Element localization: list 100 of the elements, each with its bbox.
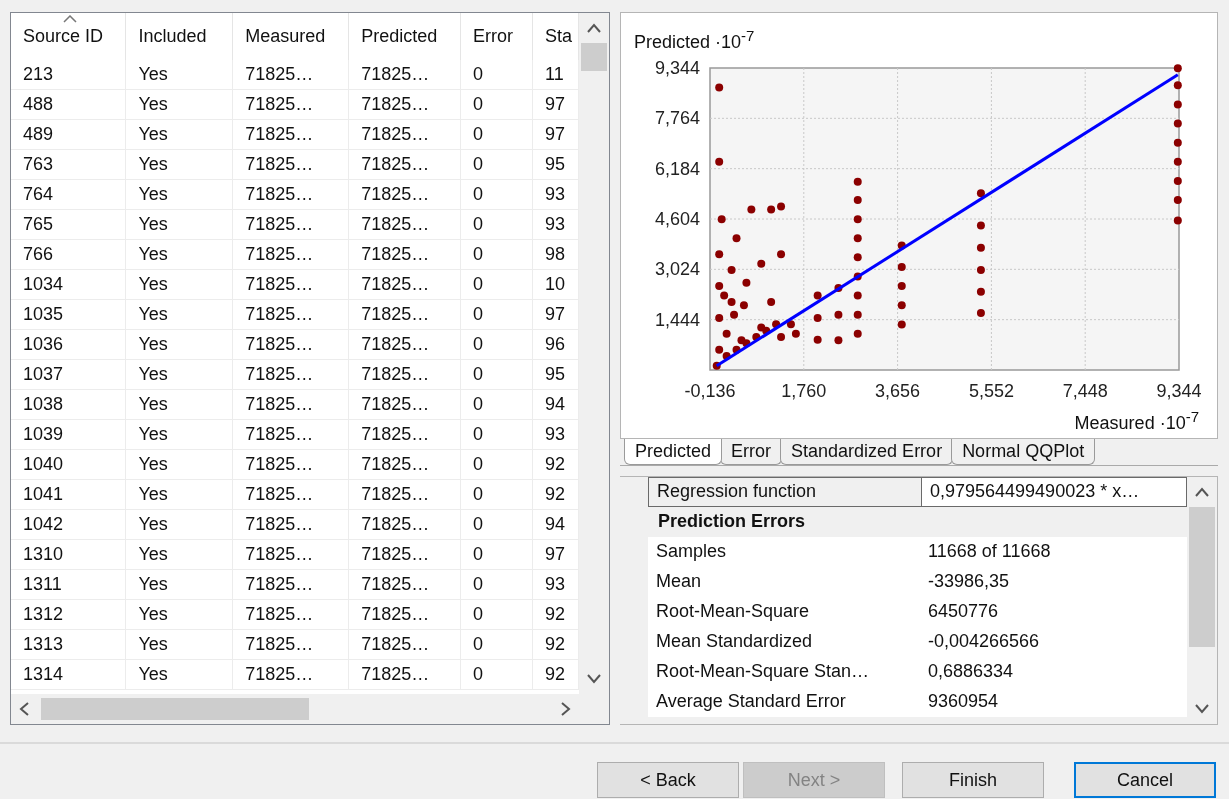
column-header[interactable]: Predicted — [348, 13, 461, 60]
table-cell: 71825… — [348, 329, 461, 360]
table-cell: 95 — [532, 149, 579, 180]
scroll-up-icon[interactable] — [1195, 486, 1209, 497]
scroll-up-icon[interactable] — [587, 23, 601, 33]
table-cell: 1310 — [11, 539, 126, 570]
table-cell: 71825… — [232, 449, 349, 480]
table-cell: 71825… — [348, 89, 461, 120]
scrollbar-thumb[interactable] — [41, 698, 309, 720]
table-cell: Yes — [125, 209, 233, 240]
table-cell: 71825… — [348, 539, 461, 570]
scrollbar-thumb[interactable] — [581, 43, 607, 71]
table-cell: 71825… — [348, 599, 461, 630]
table-cell: 96 — [532, 329, 579, 360]
table-cell: 0 — [460, 179, 533, 210]
table-cell: 1312 — [11, 599, 126, 630]
category-header: Prediction Errors — [657, 511, 806, 533]
property-name: Mean — [655, 570, 703, 594]
table-cell: 97 — [532, 119, 579, 150]
property-value: 9360954 — [927, 690, 1000, 714]
scroll-down-icon[interactable] — [1195, 704, 1209, 714]
property-row[interactable]: Root-Mean-Square Stan… 0,6886334 — [648, 656, 1187, 687]
property-row[interactable]: Mean Standardized -0,004266566 — [648, 626, 1187, 657]
table-cell: 1034 — [11, 269, 126, 300]
table-cell: 1040 — [11, 449, 126, 480]
table-cell: 93 — [532, 209, 579, 240]
table-cell: 94 — [532, 509, 579, 540]
table-cell: 71825… — [232, 419, 349, 450]
property-row[interactable]: Samples 11668 of 11668 — [648, 536, 1187, 567]
wizard-button[interactable]: Finish — [902, 762, 1044, 798]
tab[interactable]: Predicted — [624, 438, 723, 465]
table-cell: 213 — [11, 60, 126, 90]
table-cell: 766 — [11, 239, 126, 270]
table-cell: Yes — [125, 659, 233, 690]
tick-label: 9,344 — [1156, 381, 1202, 401]
property-value: 0,6886334 — [927, 660, 1015, 684]
table-cell: 71825… — [232, 299, 349, 330]
table-cell: 0 — [460, 389, 533, 420]
scroll-left-icon[interactable] — [19, 702, 29, 716]
table-cell: Yes — [125, 509, 233, 540]
column-header[interactable]: Source ID — [11, 13, 126, 60]
wizard-button[interactable]: < Back — [597, 762, 739, 798]
tick-label: 1,760 — [781, 381, 827, 401]
property-value: -0,004266566 — [927, 630, 1041, 654]
table-cell: 98 — [532, 239, 579, 270]
table-cell: 71825… — [348, 60, 461, 90]
property-name: Average Standard Error — [655, 690, 847, 714]
table-cell: 71825… — [348, 359, 461, 390]
table-cell: 71825… — [348, 389, 461, 420]
table-cell: 94 — [532, 389, 579, 420]
tick-label: 6,184 — [654, 158, 700, 179]
property-row[interactable]: Root-Mean-Square 6450776 — [648, 596, 1187, 627]
table-cell: 71825… — [232, 239, 349, 270]
property-row[interactable]: Mean -33986,35 — [648, 566, 1187, 597]
property-name: Mean Standardized — [655, 630, 814, 654]
table-cell: 1038 — [11, 389, 126, 420]
table-cell: 0 — [460, 659, 533, 690]
property-row[interactable]: Regression function 0,979564499490023 * x… — [648, 476, 1187, 507]
table-cell: 71825… — [348, 509, 461, 540]
table-cell: Yes — [125, 629, 233, 660]
table-cell: 0 — [460, 149, 533, 180]
tab[interactable]: Standardized Error — [780, 438, 954, 465]
table-cell: 71825… — [232, 60, 349, 90]
table-cell: Yes — [125, 449, 233, 480]
table-cell: 1037 — [11, 359, 126, 390]
table-cell: 0 — [460, 599, 533, 630]
scroll-down-icon[interactable] — [587, 674, 601, 684]
table-cell: Yes — [125, 599, 233, 630]
table-cell: 1311 — [11, 569, 126, 600]
table-cell: 11 — [532, 60, 579, 90]
table-cell: 71825… — [232, 119, 349, 150]
table-cell: 1313 — [11, 629, 126, 660]
table-cell: 10 — [532, 269, 579, 300]
tick-label: 3,024 — [654, 259, 700, 280]
table-cell: 0 — [460, 60, 533, 90]
table-cell: 71825… — [348, 569, 461, 600]
table-cell: 95 — [532, 359, 579, 390]
table-cell: Yes — [125, 359, 233, 390]
tab[interactable]: Normal QQPlot — [951, 438, 1096, 465]
column-header[interactable]: Measured — [232, 13, 349, 60]
table-cell: 0 — [460, 89, 533, 120]
scrollbar-thumb[interactable] — [1189, 506, 1215, 647]
column-header[interactable]: Error — [460, 13, 533, 60]
table-cell: 71825… — [232, 659, 349, 690]
table-cell: 71825… — [348, 479, 461, 510]
table-cell: 71825… — [348, 149, 461, 180]
table-cell: Yes — [125, 299, 233, 330]
property-name: Samples — [655, 540, 728, 564]
table-cell: 71825… — [348, 419, 461, 450]
table-cell: 93 — [532, 419, 579, 450]
wizard-button[interactable]: Cancel — [1074, 762, 1216, 798]
property-row[interactable]: Average Standard Error 9360954 — [648, 686, 1187, 717]
axis-title: Measured ·10$^{-7}$ — [1074, 408, 1200, 434]
column-header[interactable]: Sta — [532, 13, 579, 60]
scroll-right-icon[interactable] — [561, 702, 571, 716]
property-value: 11668 of 11668 — [927, 540, 1052, 564]
tick-label: 5,552 — [968, 381, 1014, 401]
column-header[interactable]: Included — [125, 13, 233, 60]
table-cell: 71825… — [232, 539, 349, 570]
tick-label: 4,604 — [654, 209, 700, 229]
